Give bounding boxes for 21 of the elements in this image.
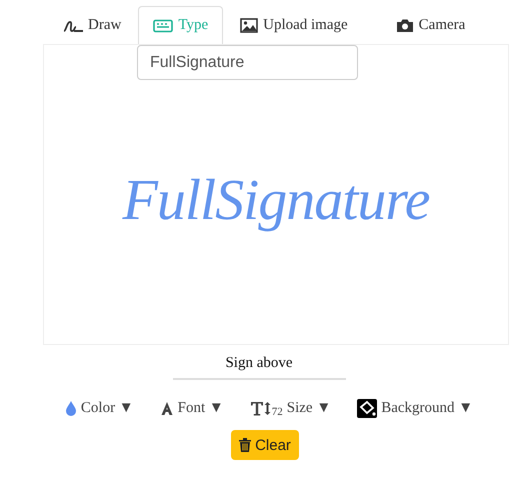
sign-above-caption: Sign above [172, 355, 346, 380]
drop-icon [64, 400, 77, 416]
typed-signature: FullSignature [122, 166, 430, 233]
tab[interactable]: Camera [380, 6, 480, 44]
keyboard-icon [153, 18, 174, 32]
clear-button[interactable]: Clear [231, 430, 299, 460]
toolbar-dropdown[interactable]: Background ▼ [357, 398, 474, 418]
trash-icon [239, 438, 252, 452]
camera-icon [396, 18, 414, 33]
font-icon [160, 400, 174, 416]
signature-pen-icon [63, 18, 83, 32]
name-field[interactable]: FullSignature [137, 45, 358, 80]
size-value: 72 [272, 406, 283, 418]
signature-canvas[interactable]: FullSignature FullSignature [43, 44, 509, 345]
toolbar-dropdown[interactable]: Font ▼ [160, 398, 224, 418]
image-icon [240, 18, 258, 33]
toolbar-dropdown[interactable]: 72 Size ▼ [250, 398, 332, 418]
toolbar-dropdown[interactable]: Color ▼ [64, 398, 134, 418]
tab[interactable]: Draw [48, 6, 136, 44]
text-size-icon [250, 400, 272, 416]
tab[interactable]: Upload image [225, 6, 363, 44]
